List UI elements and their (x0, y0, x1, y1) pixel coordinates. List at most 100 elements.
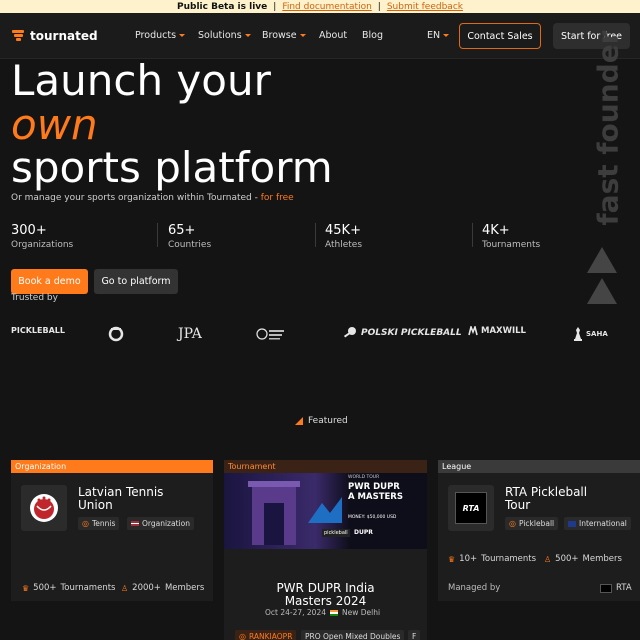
book-demo-button[interactable]: Book a demo (11, 269, 88, 294)
featured-card-organization[interactable]: Organization Latvian Tennis Union ◎ Tennis… (11, 460, 213, 601)
banner-title-text: A MASTERS (348, 492, 403, 502)
user-icon: ♙ (121, 583, 129, 593)
tournament-date-location: Oct 24-27, 2024 New Delhi (265, 608, 380, 617)
chevron-down-icon (179, 34, 186, 37)
maxwill-logo: MAXWILL (468, 326, 526, 336)
chess-piece-icon (574, 327, 582, 341)
stat-divider (472, 223, 473, 247)
beta-banner: Public Beta is live | Find documentation… (0, 0, 640, 13)
chip-pickleball: ◎ Pickleball (505, 517, 559, 530)
nav-products-label: Products (135, 30, 177, 41)
meta-tournaments: ♛ 10+ Tournaments (448, 554, 536, 564)
stat-divider (157, 223, 158, 247)
go-to-platform-button[interactable]: Go to platform (94, 269, 178, 294)
maxwill-mark-icon (468, 326, 478, 336)
polski-pickleball-logo: POLSKI PICKLEBALL (342, 326, 462, 340)
card-title: PWR DUPR India Masters 2024 (224, 582, 427, 608)
featured-label: Featured (308, 416, 348, 426)
stat-countries: 65+ Countries (168, 223, 212, 250)
card-title-line: Union (78, 498, 113, 512)
trophy-icon: ♛ (448, 554, 456, 564)
card-title-line: Masters 2024 (284, 594, 367, 608)
latvian-tennis-logo-icon (256, 326, 286, 342)
subtitle-text: Or manage your sports organization withi… (11, 193, 261, 203)
card-tag: League (438, 460, 640, 473)
tennis-union-emblem-icon (30, 494, 58, 522)
contact-sales-button[interactable]: Contact Sales (459, 23, 541, 49)
card-title: Latvian Tennis Union (78, 486, 163, 512)
triangle-decoration-icon (587, 247, 617, 273)
language-selector[interactable]: EN (427, 30, 450, 41)
rta-logo-text: RTA (455, 492, 487, 524)
brand-logo[interactable]: tournated (12, 29, 98, 43)
documentation-link[interactable]: Find documentation (282, 2, 371, 12)
chip-tennis: ◎ Tennis (78, 517, 120, 530)
jpa-logo: JPA (178, 326, 202, 342)
stat-value: 300+ (11, 223, 47, 238)
card-tag: Tournament (224, 460, 427, 473)
nav-about[interactable]: About (319, 30, 347, 41)
chip-ranking: ◎ RANKIAOPR (235, 630, 297, 640)
featured-card-league[interactable]: League RTA RTA Pickleball Tour ◎ Picklebal… (438, 460, 640, 601)
hero-title-line3: sports platform (11, 143, 333, 192)
chip-category: PRO Open Mixed Doubles (301, 630, 405, 640)
feedback-link[interactable]: Submit feedback (387, 2, 463, 12)
stat-organizations: 300+ Organizations (11, 223, 74, 250)
stat-label: Tournaments (482, 240, 541, 250)
chevron-down-icon (443, 34, 450, 37)
tennis-ball-icon: ◎ (82, 519, 89, 528)
stat-label: Organizations (11, 240, 74, 250)
chip-label: Tennis (91, 519, 116, 528)
manager[interactable]: RTA (600, 583, 632, 593)
meta-value: 2000+ (132, 583, 161, 593)
top-navigation: tournated Products Solutions Browse Abou… (0, 13, 640, 59)
pickleball-icon: ◎ (509, 519, 516, 528)
chip-extra: F (408, 630, 421, 640)
meta-value: 500+ (33, 583, 57, 593)
subtitle-highlight: for free (260, 193, 294, 203)
stat-label: Countries (168, 240, 212, 250)
nav-solutions-label: Solutions (198, 30, 242, 41)
meta-value: 500+ (555, 554, 579, 564)
nav-blog-label: Blog (362, 30, 383, 41)
featured-mark-icon (295, 417, 303, 425)
banner-separator: | (273, 1, 277, 12)
meta-label: Members (582, 554, 622, 564)
nav-products[interactable]: Products (135, 30, 186, 41)
featured-card-tournament[interactable]: Tournament WORLD TOUR PWR DUPR A MASTERS… (224, 460, 427, 640)
meta-label: Tournaments (481, 554, 537, 564)
saha-logo: SAHA (573, 326, 608, 342)
tournament-banner-image: WORLD TOUR PWR DUPR A MASTERS MONEY: $50… (224, 473, 427, 549)
fast-founder-vertical-text: fast founder (588, 20, 628, 235)
banner-prize-text: MONEY: $50,000 USD (348, 515, 397, 520)
latvian-tennis-union-logo (21, 485, 67, 531)
pickleball-logo: PICKLEBALL (11, 326, 65, 335)
tournated-logo-icon (12, 30, 26, 42)
stat-tournaments: 4K+ Tournaments (482, 223, 541, 250)
stat-value: 45K+ (325, 223, 361, 238)
nav-browse[interactable]: Browse (262, 30, 306, 41)
paddle-icon (343, 327, 356, 338)
pickleball-logo-text: PICKLEBALL (11, 326, 65, 335)
hero-subtitle: Or manage your sports organization withi… (11, 193, 294, 203)
trophy-icon: ♛ (22, 583, 30, 593)
trusted-logos-row: PICKLEBALL JPA POLSKI PICKLEBALL MAXWILL… (0, 322, 640, 346)
nav-solutions[interactable]: Solutions (198, 30, 251, 41)
hero-title-line1: Launch your (11, 56, 271, 105)
banner-title-text: PWR DUPR (348, 482, 400, 492)
chip-label: RANKIAOPR (248, 632, 293, 640)
sponsor-dupr: DUPR (354, 529, 373, 536)
meta-label: Tournaments (60, 583, 116, 593)
nav-about-label: About (319, 30, 348, 41)
nav-blog[interactable]: Blog (362, 30, 383, 41)
nav-browse-label: Browse (262, 30, 297, 41)
user-icon: ♙ (544, 554, 552, 564)
card-title-line: Tour (505, 498, 531, 512)
eu-flag-icon (568, 520, 576, 527)
jpa-logo-text: JPA (178, 326, 202, 342)
chevron-down-icon (244, 34, 251, 37)
banner-top-text: WORLD TOUR (348, 475, 380, 480)
featured-heading: Featured (295, 416, 348, 426)
chip-international: International (564, 517, 631, 530)
chip-label: Organization (142, 519, 190, 528)
